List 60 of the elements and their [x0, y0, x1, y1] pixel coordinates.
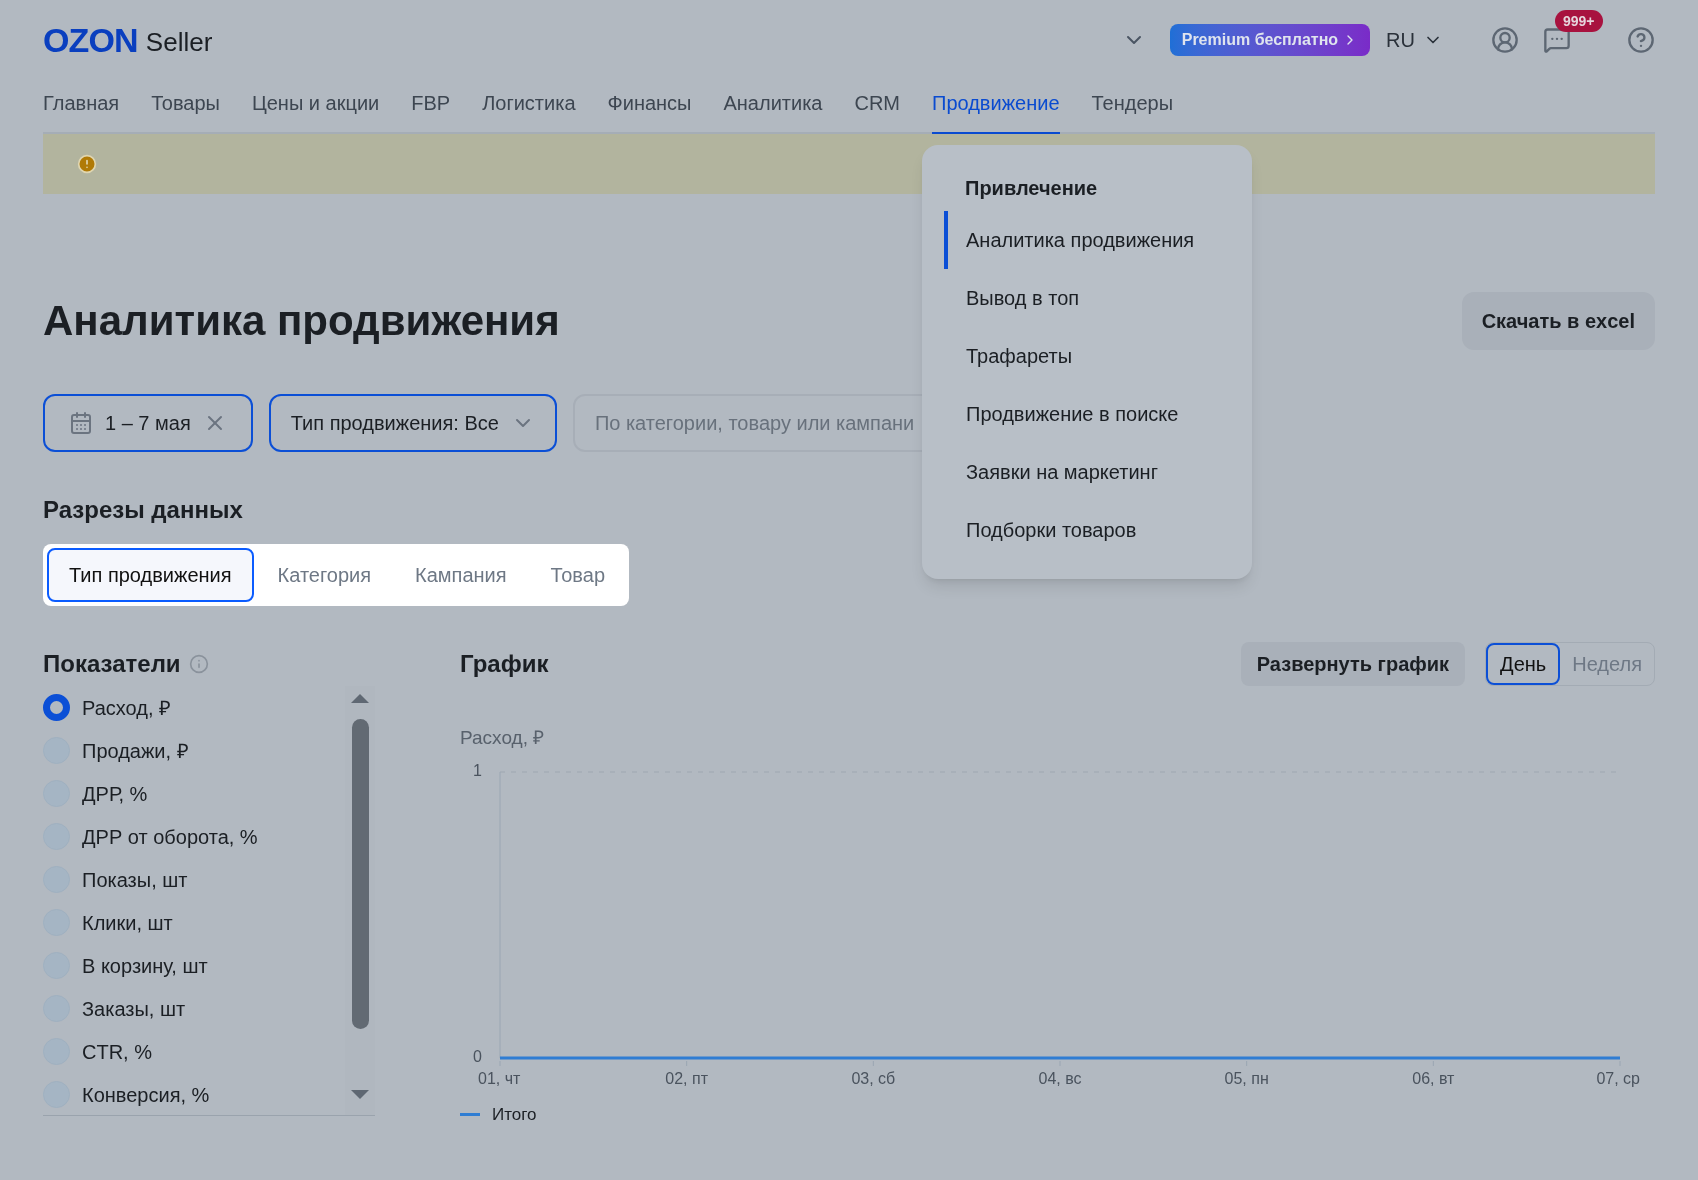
x-tick-label: 01, чт [478, 1070, 521, 1087]
download-button[interactable]: Скачать в excel [1461, 291, 1655, 350]
nav-tab[interactable]: Главная [43, 80, 120, 134]
metric-option[interactable]: Показы, шт [43, 858, 345, 901]
metric-option[interactable]: Продажи, ₽ [43, 729, 345, 772]
info-icon [188, 654, 209, 674]
chat-icon[interactable] [1543, 26, 1571, 54]
date-filter[interactable]: 1 – 7 мая [43, 394, 253, 452]
radio-button[interactable] [43, 694, 70, 721]
metric-option[interactable]: Расход, ₽ [43, 686, 345, 729]
logo-suffix: Seller [145, 25, 213, 59]
menu-item[interactable]: Подборки товаров [944, 501, 1252, 559]
slice-tab[interactable]: Категория [257, 548, 392, 602]
nav-tab[interactable]: Логистика [482, 80, 576, 134]
x-tick-label: 04, вс [1038, 1070, 1082, 1087]
nav-tab[interactable]: FBP [411, 80, 451, 134]
metric-option[interactable]: Заказы, шт [43, 987, 345, 1030]
nav-tab[interactable]: Аналитика [723, 80, 823, 134]
metric-option[interactable]: ДРР от оборота, % [43, 815, 345, 858]
metrics-title: Показатели [43, 649, 181, 679]
metric-option[interactable]: ДРР, % [43, 772, 345, 815]
menu-item[interactable]: Вывод в топ [944, 269, 1252, 327]
x-tick-label: 02, пт [665, 1070, 708, 1087]
y-axis-label: Расход, ₽ [460, 727, 545, 748]
expand-chart-button[interactable]: Развернуть график [1240, 642, 1466, 686]
nav-tab[interactable]: Финансы [607, 80, 692, 134]
metric-option[interactable]: Конверсия, % [43, 1073, 345, 1115]
x-tick-label: 07, ср [1596, 1070, 1640, 1087]
legend-label: Итого [492, 1104, 537, 1126]
slice-tab[interactable]: Товар [530, 548, 626, 602]
notification-badge: 999+ [1555, 10, 1603, 32]
premium-button[interactable]: Premium бесплатно [1169, 24, 1371, 56]
menu-section-title: Привлечение [964, 176, 1099, 201]
language-selector[interactable]: RU [1386, 25, 1443, 55]
period-tab[interactable]: День [1486, 643, 1561, 685]
menu-item[interactable]: Трафареты [944, 327, 1252, 385]
metric-option[interactable]: Клики, шт [43, 901, 345, 944]
nav-tab[interactable]: Цены и акции [251, 80, 380, 134]
metric-option[interactable]: CTR, % [43, 1030, 345, 1073]
calendar-icon [69, 411, 93, 435]
user-icon[interactable] [1491, 26, 1519, 54]
x-tick-label: 05, пн [1224, 1070, 1269, 1087]
logo[interactable]: OZON [43, 14, 138, 66]
menu-item[interactable]: Аналитика продвижения [944, 211, 1252, 269]
x-tick-label: 06, вт [1412, 1070, 1455, 1087]
section-title: Разрезы данных [43, 495, 244, 525]
page-title: Аналитика продвижения [43, 296, 560, 346]
promotion-type-dropdown[interactable]: Тип продвижения: Все [268, 394, 557, 452]
y-tick-label: 0 [473, 1048, 482, 1066]
slice-tab[interactable]: Кампания [395, 548, 527, 602]
y-tick-label: 1 [473, 762, 482, 780]
metric-option[interactable]: В корзину, шт [43, 944, 345, 987]
nav-tab[interactable]: CRM [854, 80, 900, 134]
warning-icon [77, 154, 97, 174]
chart-title: График [460, 649, 550, 679]
slice-tab[interactable]: Тип продвижения [47, 548, 254, 602]
x-tick-label: 03, сб [851, 1070, 896, 1087]
nav-tab[interactable]: Товары [151, 80, 220, 134]
help-icon[interactable] [1627, 26, 1655, 54]
nav-tab[interactable]: Тендеры [1091, 80, 1174, 134]
